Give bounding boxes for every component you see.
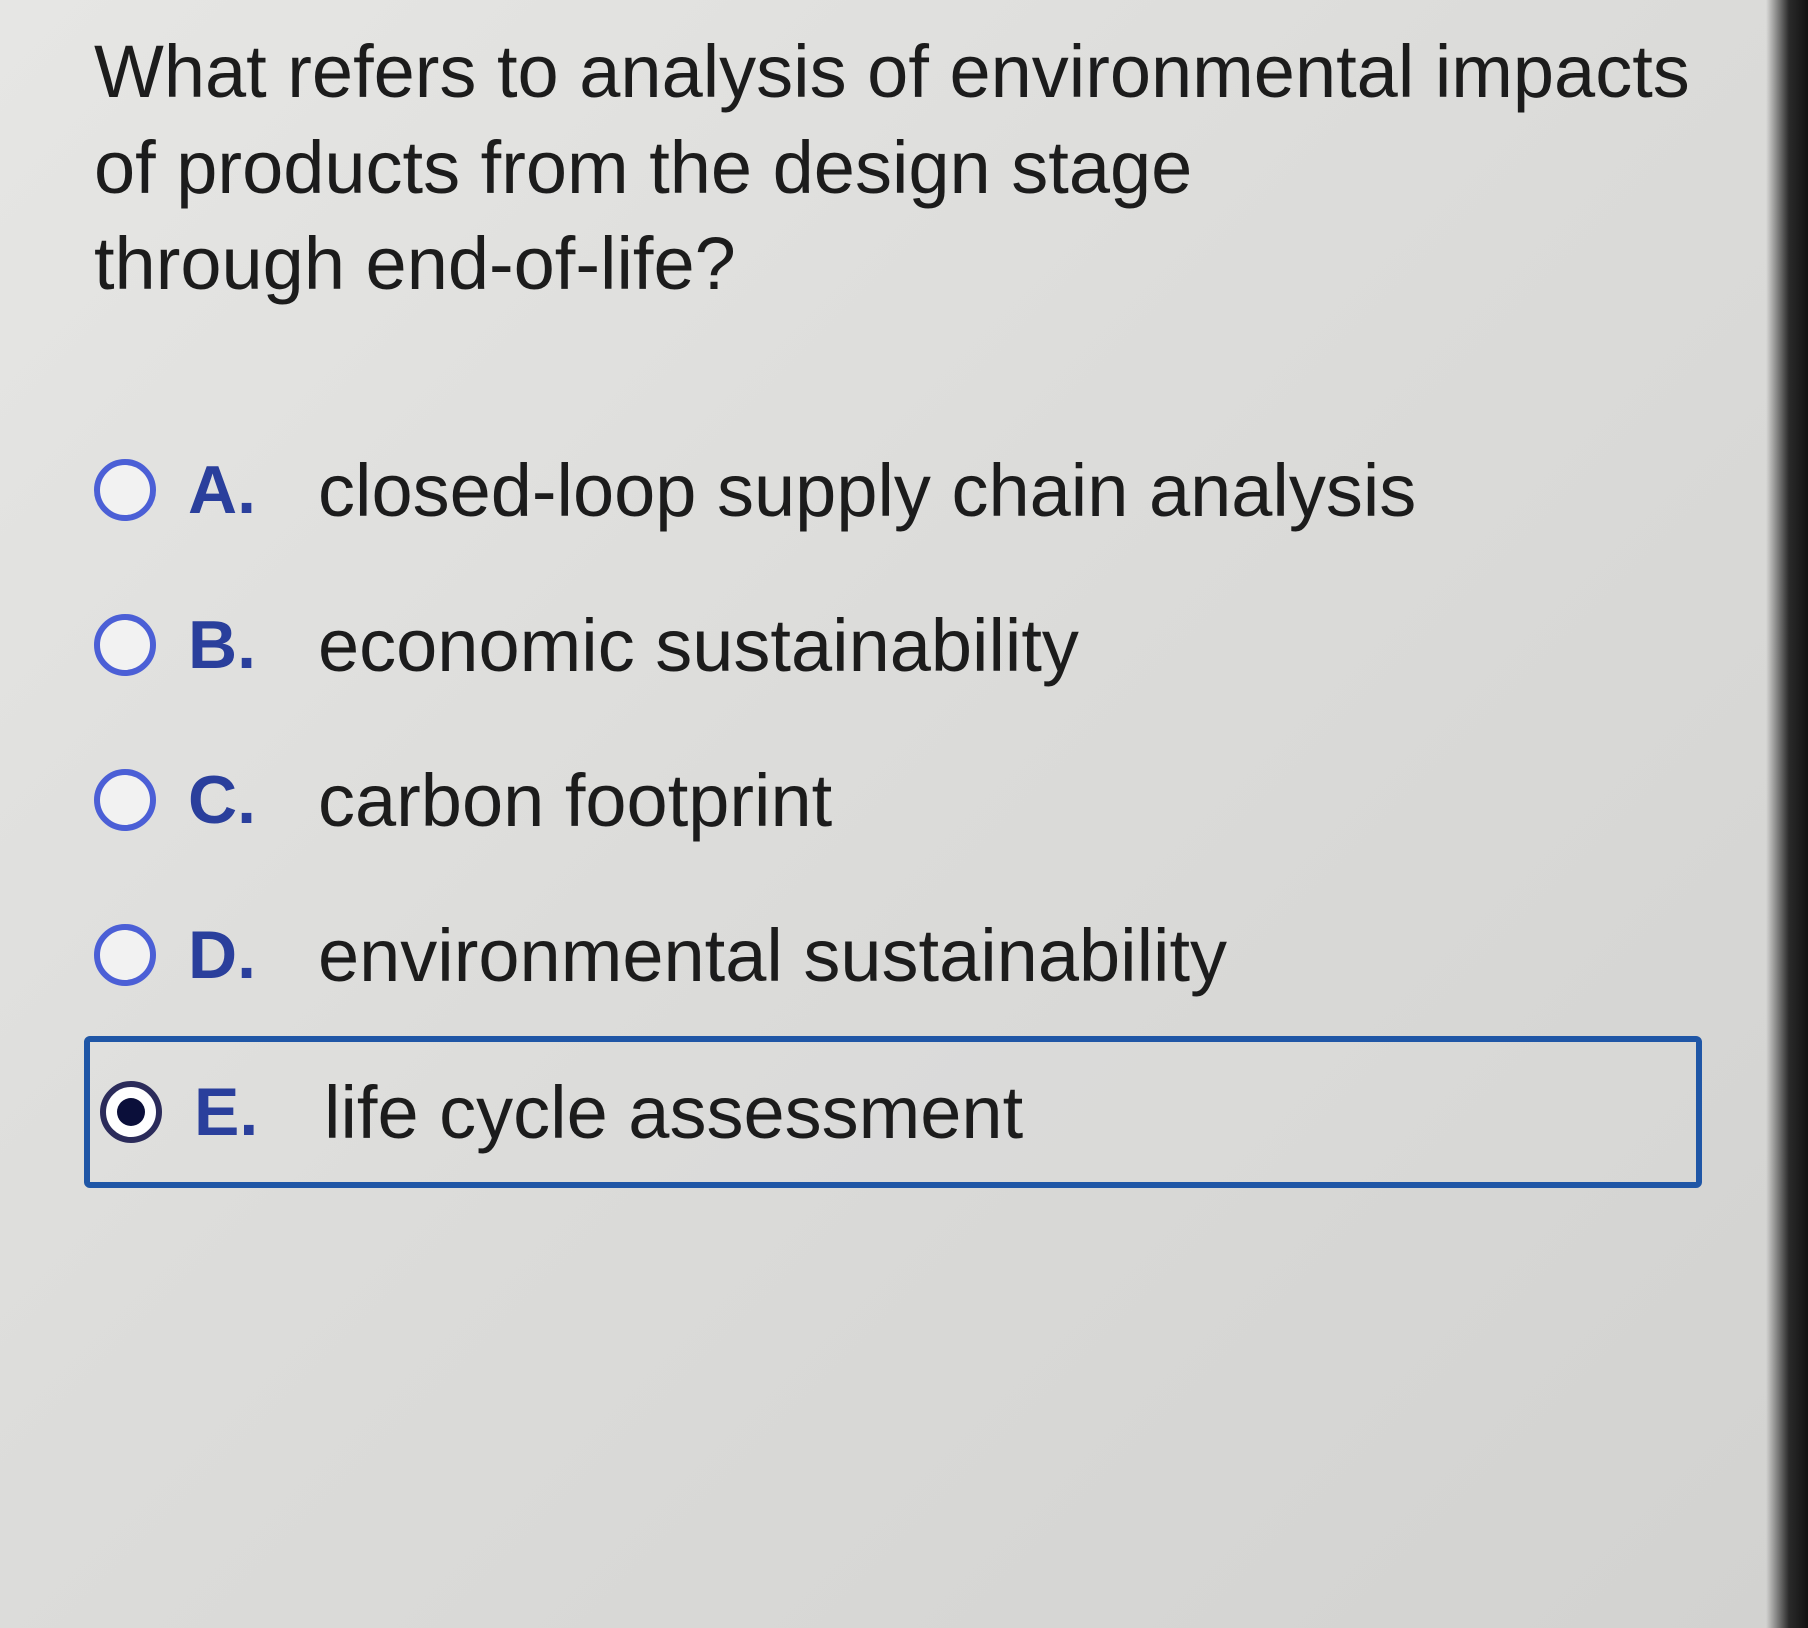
radio-unchecked-icon[interactable] [94, 614, 156, 676]
option-label: closed-loop supply chain analysis [318, 448, 1417, 532]
option-label: economic sustainability [318, 603, 1079, 687]
option-c[interactable]: C. carbon footprint [94, 740, 1694, 860]
option-label: life cycle assessment [324, 1070, 1024, 1154]
option-letter: A. [188, 452, 256, 528]
answer-options: A. closed-loop supply chain analysis B. … [0, 0, 1808, 1628]
radio-unchecked-icon[interactable] [94, 924, 156, 986]
option-letter: B. [188, 607, 256, 683]
option-e-selected[interactable]: E. life cycle assessment [84, 1036, 1702, 1188]
option-letter: D. [188, 917, 256, 993]
option-label: carbon footprint [318, 758, 833, 842]
option-b[interactable]: B. economic sustainability [94, 585, 1694, 705]
radio-unchecked-icon[interactable] [94, 769, 156, 831]
option-letter: C. [188, 762, 256, 838]
option-d[interactable]: D. environmental sustainability [94, 895, 1694, 1015]
option-label: environmental sustainability [318, 913, 1228, 997]
radio-unchecked-icon[interactable] [94, 459, 156, 521]
radio-checked-icon[interactable] [100, 1081, 162, 1143]
screen-edge [1766, 0, 1808, 1628]
option-a[interactable]: A. closed-loop supply chain analysis [94, 430, 1694, 550]
option-letter: E. [194, 1074, 259, 1150]
